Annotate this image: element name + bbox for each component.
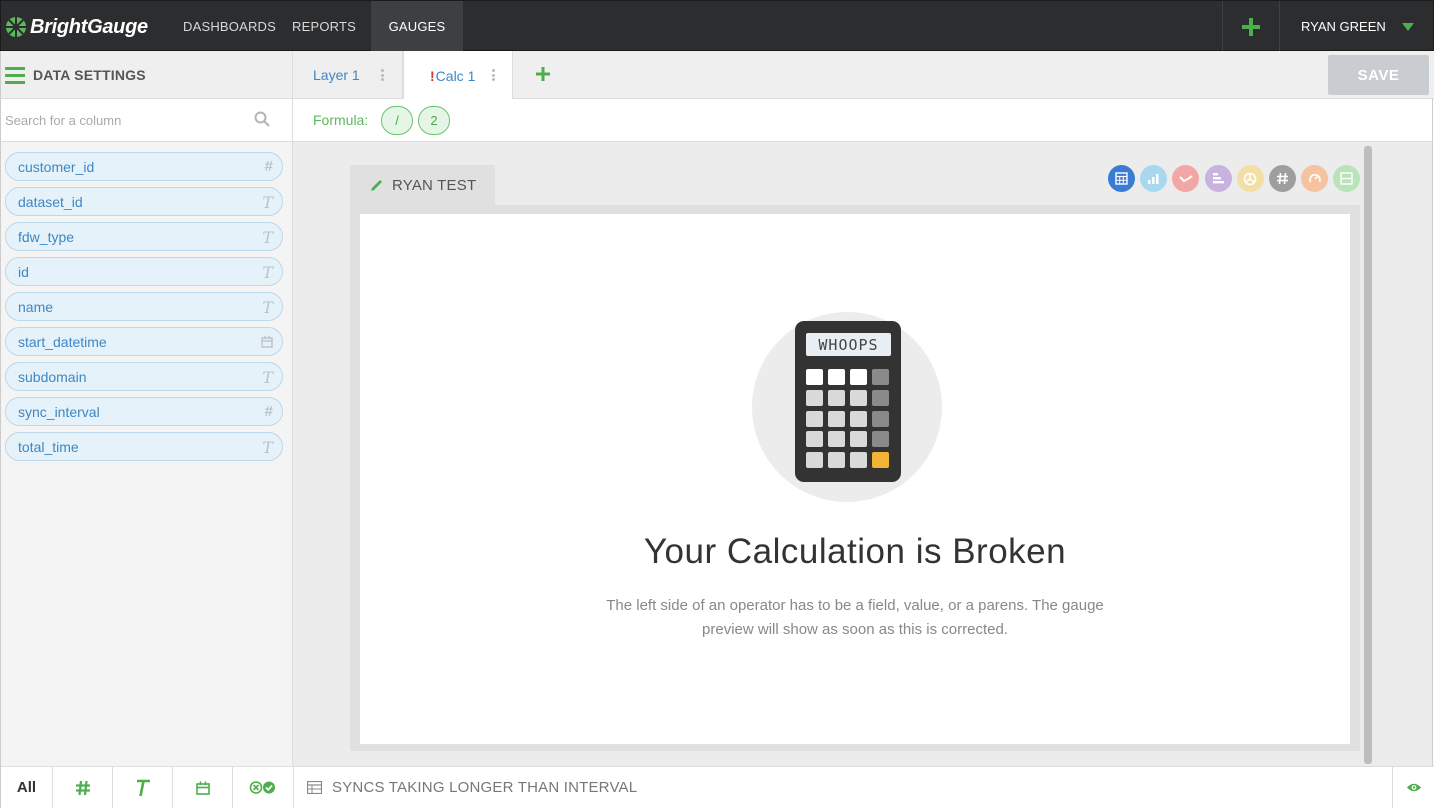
tab-options-icon[interactable] (381, 69, 384, 81)
filter-boolean-button[interactable] (233, 767, 294, 808)
gauge-preview: WHOOPS Your Calculation is Broken The le… (360, 214, 1350, 744)
nav-gauges[interactable]: GAUGES (371, 1, 463, 52)
gauge-canvas: RYAN TEST WHOOPS Your Calculation is Bro… (293, 142, 1433, 766)
table-icon (307, 781, 322, 794)
column-name: id (18, 264, 29, 280)
column-item[interactable]: dataset_id T (5, 187, 283, 216)
dataset-status: SYNCS TAKING LONGER THAN INTERVAL (307, 779, 637, 796)
brand-logo-icon (6, 17, 26, 37)
column-name: customer_id (18, 159, 95, 175)
column-search (0, 99, 293, 142)
hash-icon (75, 780, 90, 795)
column-item[interactable]: total_time T (5, 432, 283, 461)
text-icon (136, 779, 150, 796)
data-settings-header: DATA SETTINGS (0, 51, 293, 99)
formula-token[interactable]: / (381, 106, 413, 135)
tab-options-icon[interactable] (492, 69, 495, 81)
column-item[interactable]: customer_id # (5, 152, 283, 181)
bottom-bar: All SYNCS TAKING LONGER THAN INTERVAL (0, 766, 1434, 808)
brand-name: BrightGauge (30, 15, 148, 38)
column-item[interactable]: start_datetime (5, 327, 283, 356)
calendar-type-icon (261, 336, 273, 348)
add-tab-icon[interactable] (536, 67, 550, 81)
formula-label: Formula: (313, 112, 369, 128)
eye-icon (1406, 783, 1421, 792)
formula-token[interactable]: 2 (418, 106, 450, 135)
text-type-icon: T (262, 263, 273, 282)
data-settings-title: DATA SETTINGS (33, 67, 146, 83)
vertical-scrollbar[interactable] (1364, 146, 1372, 764)
broken-calculator-illustration: WHOOPS (752, 312, 942, 502)
tab-calc-1[interactable]: ! Calc 1 (403, 51, 513, 100)
column-name: subdomain (18, 369, 87, 385)
column-item[interactable]: subdomain T (5, 362, 283, 391)
horizontal-bar-icon[interactable] (1204, 165, 1232, 192)
text-type-icon: T (262, 193, 273, 212)
column-name: name (18, 299, 54, 315)
nav-reports[interactable]: REPORTS (292, 1, 356, 52)
number-type-icon: # (264, 158, 273, 175)
error-description: The left side of an operator has to be a… (606, 597, 1104, 638)
dataset-name: SYNCS TAKING LONGER THAN INTERVAL (332, 779, 638, 796)
number-type-icon: # (264, 403, 273, 420)
column-item[interactable]: name T (5, 292, 283, 321)
plus-icon (1242, 17, 1260, 36)
column-list: customer_id # dataset_id T fdw_type T id… (0, 142, 293, 766)
filter-number-button[interactable] (53, 767, 113, 808)
user-menu[interactable]: RYAN GREEN (1301, 1, 1386, 52)
dial-icon[interactable] (1301, 165, 1329, 192)
gauge-type-selector (1108, 165, 1366, 193)
filter-date-button[interactable] (173, 767, 233, 808)
warning-icon: ! (430, 67, 435, 84)
bar-chart-icon[interactable] (1140, 165, 1168, 192)
filter-all-button[interactable]: All (1, 767, 53, 808)
save-button[interactable]: SAVE (1328, 55, 1429, 95)
brand-logo[interactable]: BrightGauge (5, 13, 148, 41)
error-title: Your Calculation is Broken (643, 532, 1067, 571)
calculator-icon[interactable] (1108, 165, 1135, 192)
text-type-icon: T (262, 438, 273, 457)
gauge-title: RYAN TEST (392, 176, 477, 194)
column-name: start_datetime (18, 334, 107, 350)
add-new-button[interactable] (1222, 1, 1280, 52)
top-navigation: BrightGauge DASHBOARDS REPORTS GAUGES RY… (0, 0, 1434, 52)
text-type-icon: T (262, 368, 273, 387)
chevron-down-icon[interactable] (1402, 23, 1414, 31)
pie-chart-icon[interactable] (1236, 165, 1264, 192)
gauge-preview-frame: WHOOPS Your Calculation is Broken The le… (350, 205, 1360, 751)
table-icon[interactable] (1333, 165, 1361, 192)
layer-tabs: Layer 1 ! Calc 1 SAVE (293, 51, 1434, 100)
column-item[interactable]: fdw_type T (5, 222, 283, 251)
preview-toggle-button[interactable] (1392, 767, 1434, 808)
pencil-icon[interactable] (370, 178, 384, 192)
filter-text-button[interactable] (113, 767, 173, 808)
tab-calc-1-label: Calc 1 (435, 67, 476, 84)
column-name: total_time (18, 439, 79, 455)
column-name: fdw_type (18, 229, 75, 245)
tab-layer-1-label: Layer 1 (313, 67, 360, 83)
formula-bar: Formula: / 2 (293, 99, 1433, 142)
hamburger-menu-icon[interactable] (5, 67, 25, 84)
text-type-icon: T (262, 298, 273, 317)
nav-dashboards[interactable]: DASHBOARDS (183, 1, 276, 52)
search-icon[interactable] (254, 111, 270, 127)
gauge-title-tab[interactable]: RYAN TEST (350, 165, 495, 205)
calendar-icon (195, 781, 210, 795)
calculator-display: WHOOPS (818, 336, 879, 354)
tab-layer-1[interactable]: Layer 1 (293, 51, 403, 99)
search-input[interactable] (5, 110, 245, 130)
line-chart-icon[interactable] (1172, 165, 1200, 192)
number-icon[interactable] (1268, 165, 1296, 192)
column-item[interactable]: sync_interval # (5, 397, 283, 426)
column-name: dataset_id (18, 194, 83, 210)
text-type-icon: T (262, 228, 273, 247)
column-item[interactable]: id T (5, 257, 283, 286)
column-name: sync_interval (18, 404, 100, 420)
boolean-icon (249, 781, 275, 794)
